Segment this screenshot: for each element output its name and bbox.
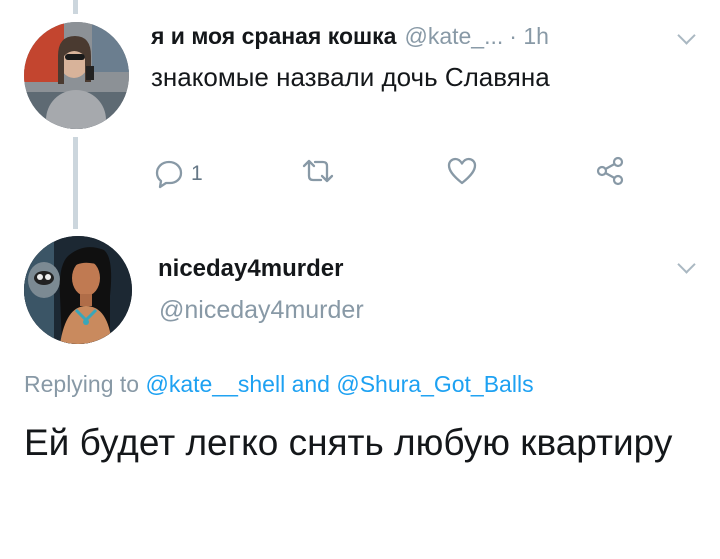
reply-count: 1 (191, 162, 203, 185)
tweet-text: знакомые назвали дочь Славяна (151, 62, 550, 92)
replying-label: Replying to (24, 371, 140, 397)
thread-line (73, 137, 78, 229)
author-name[interactable]: niceday4murder (158, 255, 343, 283)
mention-link[interactable]: @Shura_Got_Balls (336, 371, 533, 397)
timestamp[interactable]: · 1h (509, 23, 549, 50)
tweet-text: Ей будет легко снять любую квартиру (24, 422, 673, 463)
thread-line (73, 0, 78, 14)
share-button[interactable] (594, 156, 626, 192)
author-name[interactable]: я и моя сраная кошка (151, 23, 396, 50)
author-handle[interactable]: @kate_... (404, 23, 503, 50)
author-handle[interactable]: @niceday4murder (159, 296, 364, 325)
chevron-down-icon[interactable] (677, 255, 696, 274)
reply-button[interactable]: 1 (154, 156, 203, 192)
replying-to-line: Replying to @kate__shell and @Shura_Got_… (24, 371, 534, 398)
avatar[interactable] (24, 236, 132, 344)
reply-icon (155, 160, 183, 189)
retweet-button[interactable] (300, 156, 336, 192)
share-icon (596, 156, 624, 186)
retweet-icon (302, 159, 334, 183)
avatar[interactable] (24, 22, 129, 129)
chevron-down-icon[interactable] (677, 26, 696, 45)
tweet-header: я и моя сраная кошка @kate_... · 1h (151, 20, 549, 52)
heart-icon (447, 157, 477, 185)
mention-link[interactable]: @kate__shell (145, 371, 285, 397)
like-button[interactable] (446, 156, 478, 192)
mention-conjunction: and (291, 371, 330, 397)
